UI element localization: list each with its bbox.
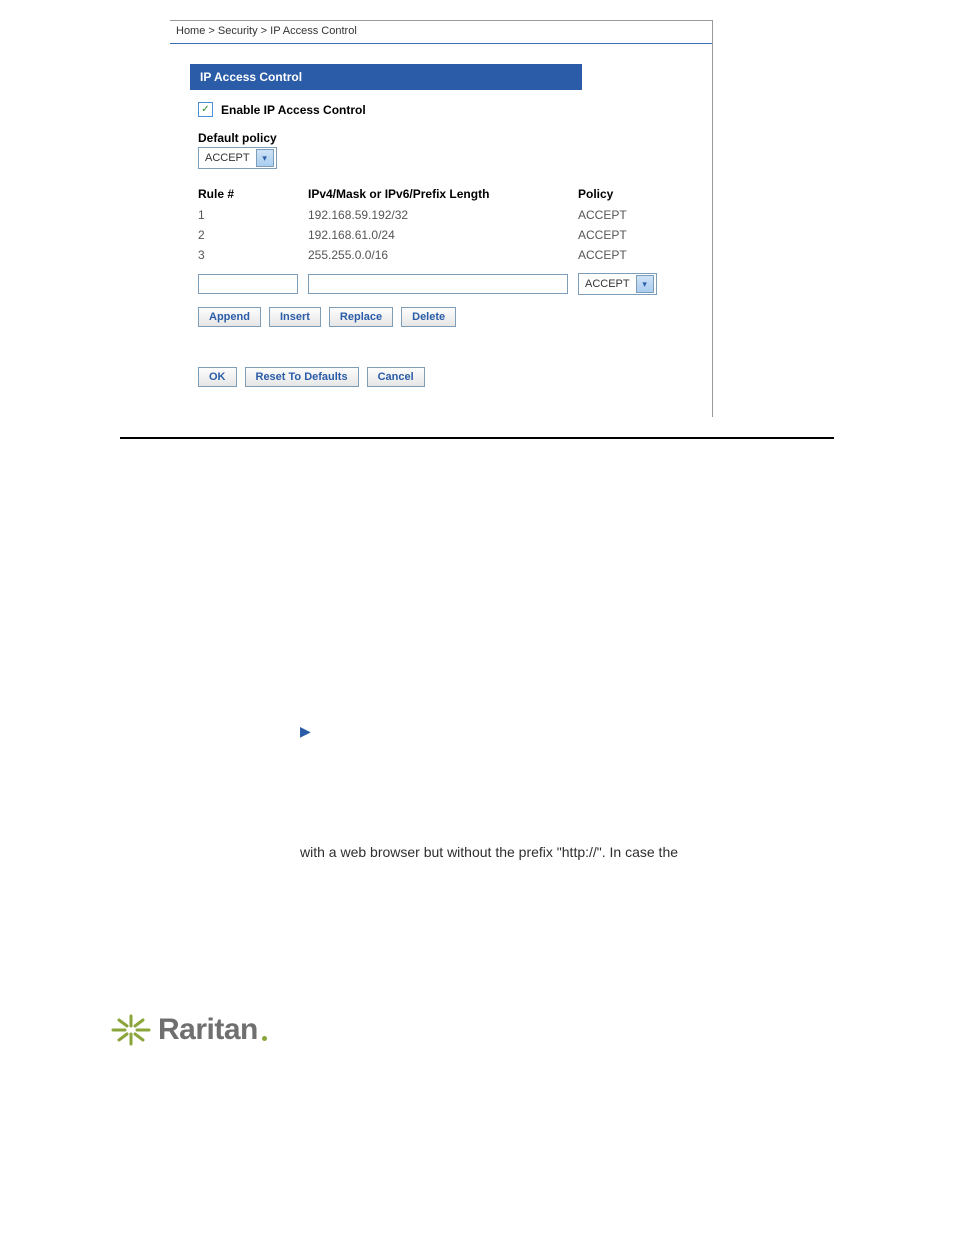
ip-access-control-screenshot: Home > Security > IP Access Control IP A…	[170, 20, 713, 417]
new-rule-policy-value: ACCEPT	[585, 278, 630, 290]
reset-to-defaults-button[interactable]: Reset To Defaults	[245, 367, 359, 387]
column-header-policy: Policy	[578, 183, 678, 205]
ip-access-control-panel: IP Access Control ✓ Enable IP Access Con…	[170, 44, 712, 417]
rule-number: 1	[198, 205, 308, 225]
enable-ip-access-control-label: Enable IP Access Control	[221, 103, 366, 117]
append-button[interactable]: Append	[198, 307, 261, 327]
table-row: 1 192.168.59.192/32 ACCEPT	[198, 205, 692, 225]
column-header-ip: IPv4/Mask or IPv6/Prefix Length	[308, 183, 578, 205]
divider	[120, 437, 834, 439]
new-rule-number-input[interactable]	[198, 274, 298, 294]
rule-ip: 255.255.0.0/16	[308, 245, 578, 265]
rule-ip: 192.168.61.0/24	[308, 225, 578, 245]
default-policy-value: ACCEPT	[205, 152, 250, 164]
enable-ip-access-control-checkbox[interactable]: ✓	[198, 102, 213, 117]
new-rule-policy-select[interactable]: ACCEPT ▾	[578, 273, 657, 295]
replace-button[interactable]: Replace	[329, 307, 393, 327]
raritan-logo-icon	[110, 1013, 152, 1047]
breadcrumb: Home > Security > IP Access Control	[170, 21, 712, 44]
column-header-rule: Rule #	[198, 183, 308, 205]
insert-button[interactable]: Insert	[269, 307, 321, 327]
rule-policy: ACCEPT	[578, 205, 678, 225]
logo-dot-icon	[262, 1036, 267, 1041]
default-policy-label: Default policy	[198, 131, 692, 145]
document-body-text: ▶ with a web browser but without the pre…	[300, 719, 864, 863]
doc-text-line: with a web browser but without the prefi…	[300, 844, 678, 860]
table-row: 2 192.168.61.0/24 ACCEPT	[198, 225, 692, 245]
default-policy-select[interactable]: ACCEPT ▾	[198, 147, 277, 169]
rule-number: 3	[198, 245, 308, 265]
arrow-right-icon: ▶	[300, 721, 311, 742]
chevron-down-icon: ▾	[636, 275, 654, 293]
raritan-logo-text: Raritan	[158, 1013, 258, 1047]
new-rule-ip-input[interactable]	[308, 274, 568, 294]
rules-table: Rule # IPv4/Mask or IPv6/Prefix Length P…	[198, 183, 692, 327]
raritan-logo: Raritan	[110, 1013, 954, 1047]
rule-policy: ACCEPT	[578, 245, 678, 265]
cancel-button[interactable]: Cancel	[367, 367, 425, 387]
rule-policy: ACCEPT	[578, 225, 678, 245]
chevron-down-icon: ▾	[256, 149, 274, 167]
rule-ip: 192.168.59.192/32	[308, 205, 578, 225]
ok-button[interactable]: OK	[198, 367, 237, 387]
panel-title: IP Access Control	[190, 64, 582, 90]
table-row: 3 255.255.0.0/16 ACCEPT	[198, 245, 692, 265]
delete-button[interactable]: Delete	[401, 307, 456, 327]
rule-number: 2	[198, 225, 308, 245]
